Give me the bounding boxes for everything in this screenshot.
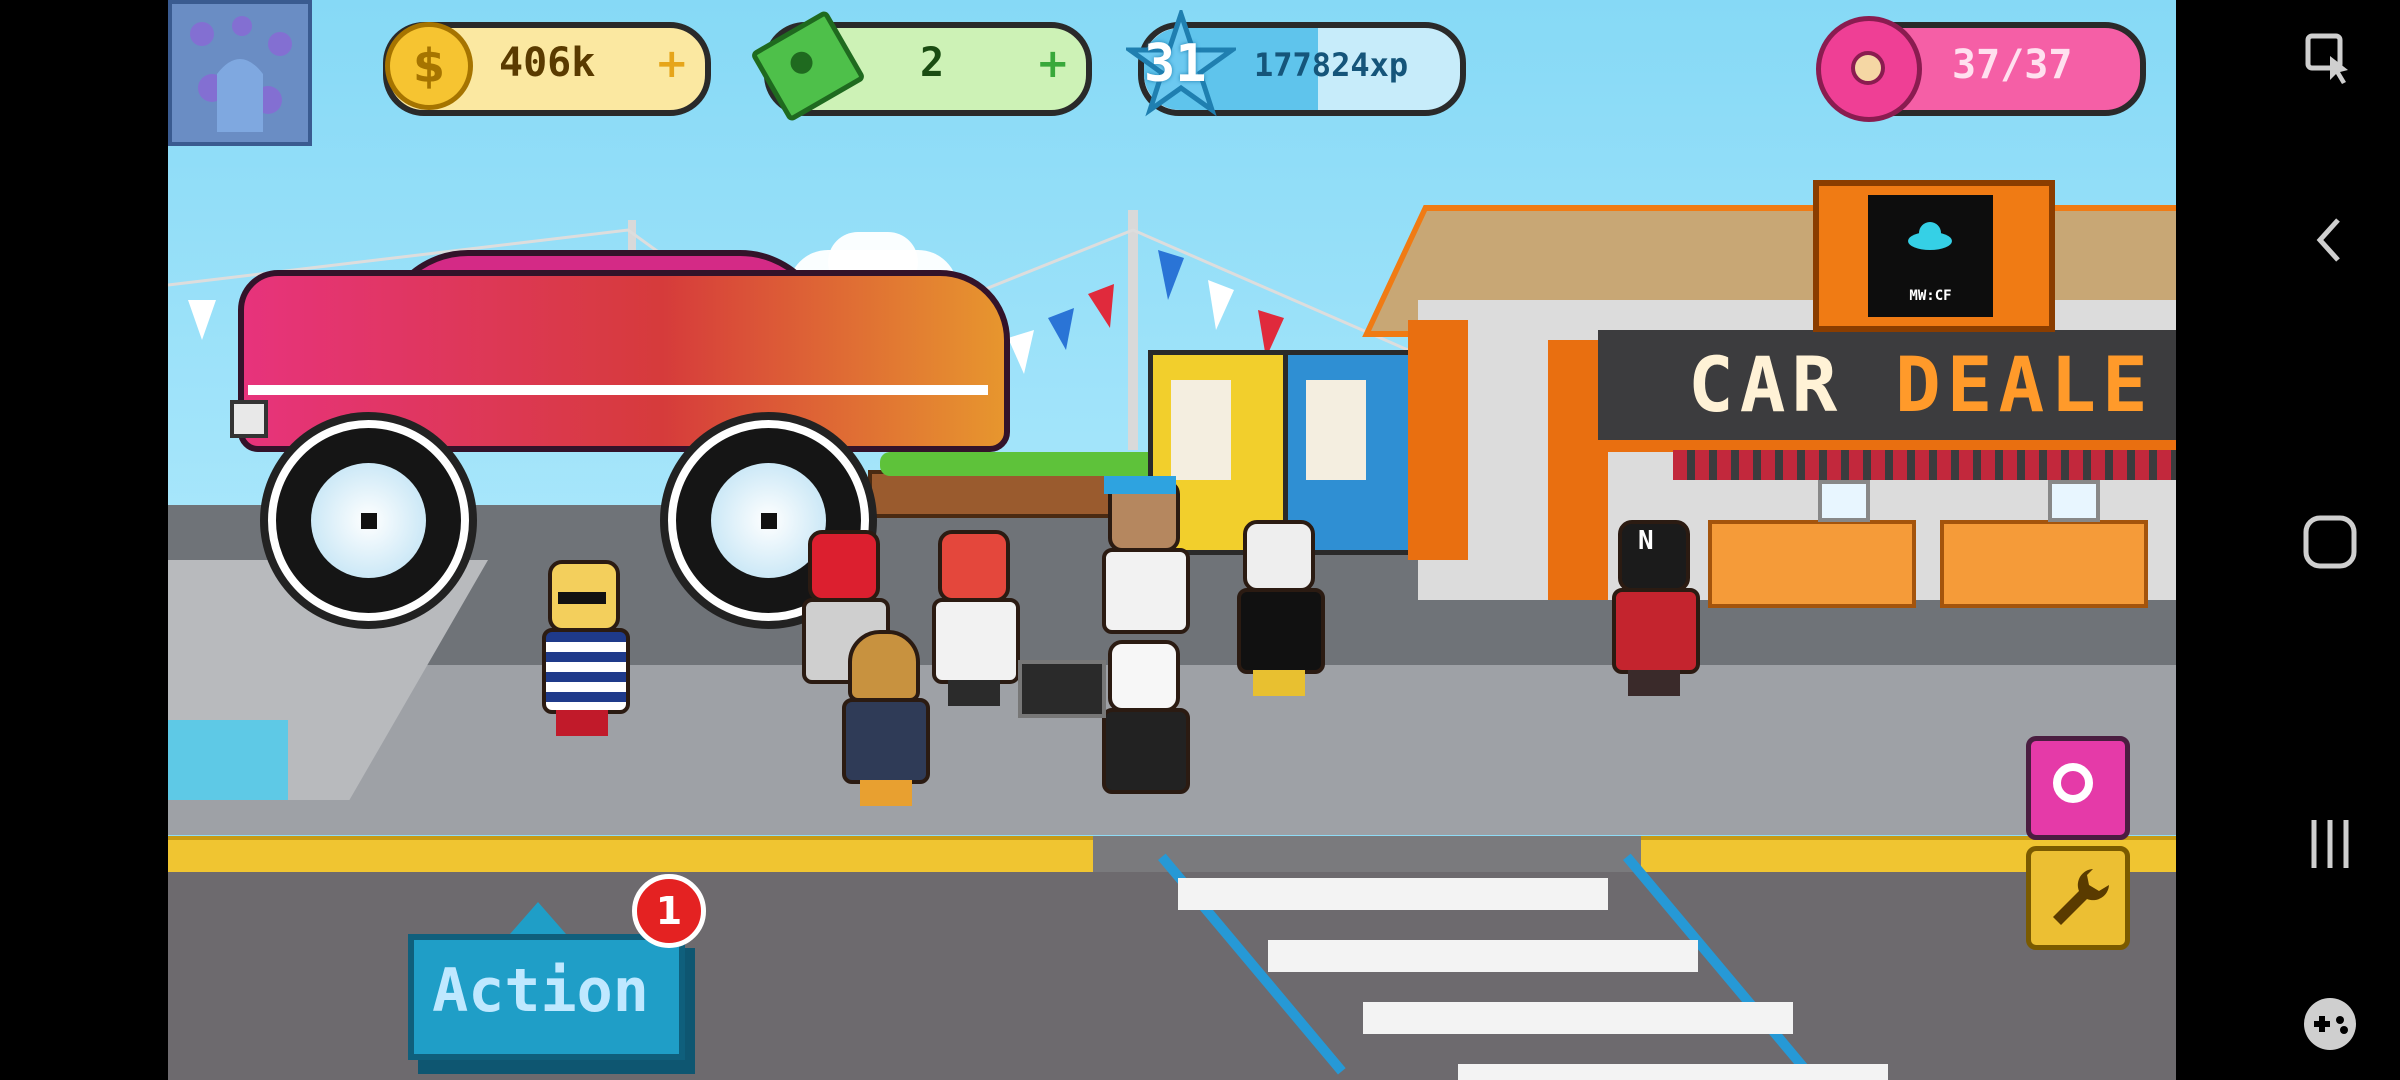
monitor-icon: [2048, 480, 2100, 522]
monitor-icon: [1818, 480, 1870, 522]
crosswalk-stripe: [1363, 1002, 1793, 1034]
game-logo-icon: [190, 16, 292, 132]
dealer-sign-white: CAR: [1688, 340, 1896, 429]
xp-value: 177824xp: [1254, 46, 1409, 84]
coins-counter[interactable]: $ 406k +: [383, 22, 711, 116]
coins-value: 406k: [499, 40, 596, 86]
xp-counter[interactable]: 31 177824xp: [1126, 10, 1466, 117]
game-launcher-icon[interactable]: [2300, 994, 2360, 1054]
water: [168, 720, 288, 800]
dealer-desk: [1940, 520, 2148, 608]
level-value: 31: [1144, 34, 1207, 94]
dealer-desk: [1708, 520, 1916, 608]
cash-add-button[interactable]: +: [1036, 44, 1070, 84]
camera-lens-icon: [2053, 763, 2093, 803]
car-wheel-front: [268, 420, 469, 621]
crosswalk-stripe: [1268, 940, 1698, 972]
dollar-coin-icon: $: [385, 22, 473, 110]
game-viewport[interactable]: CAR DEALE MW:CF N $ 406k + 2 + 31 177824…: [168, 0, 2176, 1080]
bandana: [1104, 476, 1176, 494]
donuts-value: 37/37: [1952, 42, 2073, 88]
sunglasses: [558, 592, 606, 604]
camera-button[interactable]: [2026, 736, 2130, 840]
boombox: [1018, 660, 1106, 718]
coins-add-button[interactable]: +: [655, 44, 689, 84]
curb: [168, 836, 1093, 876]
donut-icon: [1816, 16, 1922, 122]
dealer-sign: CAR DEALE: [1688, 330, 2154, 440]
wrench-icon: [2053, 869, 2109, 925]
action-notification-badge: 1: [632, 874, 706, 948]
settings-button[interactable]: [2026, 846, 2130, 950]
cash-value: 2: [920, 40, 945, 86]
device-screen: CAR DEALE MW:CF N $ 406k + 2 + 31 177824…: [0, 0, 2400, 1080]
screen-label: MW:CF: [1909, 288, 1952, 304]
dealership-pillar: [1408, 320, 1468, 560]
recents-icon[interactable]: [2300, 814, 2360, 874]
back-icon[interactable]: [2300, 210, 2360, 270]
dealer-sign-orange: DEALE: [1895, 340, 2154, 429]
cap-letter: N: [1638, 526, 1654, 556]
action-label[interactable]: Action: [408, 934, 673, 1048]
home-icon[interactable]: [2300, 512, 2360, 572]
car-stripe: [248, 385, 988, 395]
crosswalk-stripe: [1458, 1064, 1888, 1080]
car-headlight: [230, 400, 268, 438]
cash-counter[interactable]: 2 +: [749, 9, 1092, 123]
donuts-counter[interactable]: 37/37: [1816, 16, 2146, 122]
system-nav-bar: [2176, 0, 2400, 1080]
crosswalk-stripe: [1178, 878, 1608, 910]
sign-lights: [1673, 450, 2176, 480]
ufo-icon: [1908, 232, 1952, 250]
action-arrow-icon: [510, 902, 566, 934]
profile-menu-button[interactable]: [168, 0, 312, 146]
game-tools-icon[interactable]: [2300, 30, 2360, 90]
